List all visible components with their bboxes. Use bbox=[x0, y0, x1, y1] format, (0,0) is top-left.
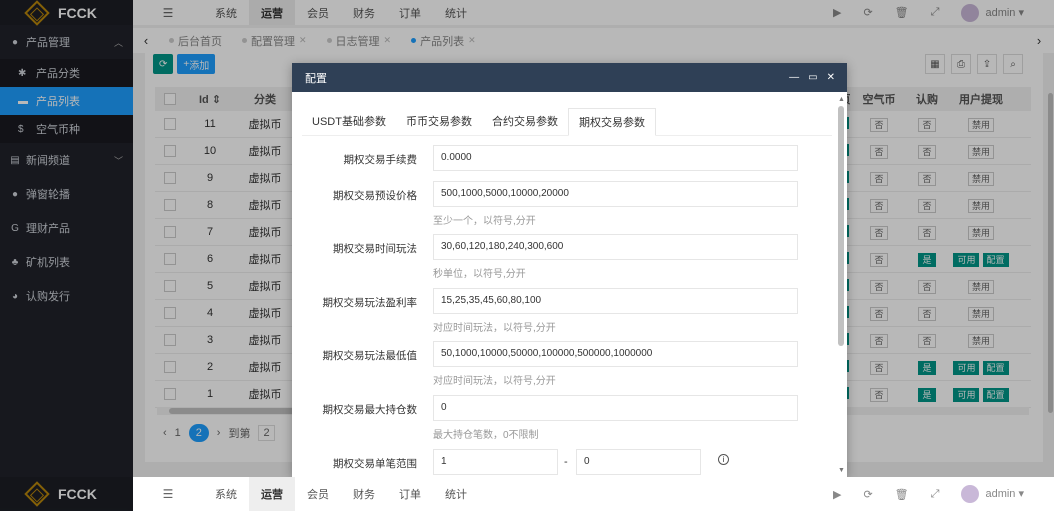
minimize-icon[interactable]: — bbox=[789, 72, 799, 83]
fullscreen-icon[interactable]: ⤢ bbox=[931, 488, 940, 501]
field-label: 期权交易时间玩法 bbox=[333, 243, 417, 255]
modal-scrollbar[interactable]: ▲ ▼ bbox=[838, 96, 845, 474]
min-value-input[interactable]: 50,1000,10000,50000,100000,500000,100000… bbox=[433, 341, 798, 367]
close-icon[interactable]: ✕ bbox=[827, 72, 835, 83]
nav-operations[interactable]: 运营 bbox=[249, 477, 295, 511]
scroll-down-icon[interactable]: ▼ bbox=[838, 467, 845, 474]
fee-input[interactable]: 0.0000 bbox=[433, 145, 798, 171]
field-label: 期权交易手续费 bbox=[343, 154, 418, 166]
max-position-input[interactable]: 0 bbox=[433, 395, 798, 421]
bottom-navbar: ☰ 系统 运营 会员 财务 订单 统计 ▶ ⟳ 🗑 ⤢ admin ▾ bbox=[133, 477, 1054, 511]
field-hint: 秒单位，以符号,分开 bbox=[433, 269, 526, 280]
field-label: 期权交易玩法盈利率 bbox=[322, 297, 418, 309]
field-label: 期权交易单笔范围 bbox=[333, 458, 417, 470]
range-min-input[interactable]: 1 bbox=[433, 449, 558, 475]
field-label: 期权交易玩法最低值 bbox=[322, 350, 418, 362]
field-label: 期权交易最大持仓数 bbox=[322, 404, 418, 416]
modal-tabs: USDT基础参数 币币交易参数 合约交易参数 期权交易参数 bbox=[302, 108, 832, 136]
user-menu[interactable]: admin ▾ bbox=[961, 485, 1024, 503]
config-modal: 配置 — ▭ ✕ USDT基础参数 币币交易参数 合约交易参数 期权交易参数 期… bbox=[292, 63, 847, 477]
scroll-up-icon[interactable]: ▲ bbox=[838, 96, 845, 103]
topbar-tools: ▶ ⟳ 🗑 ⤢ admin ▾ bbox=[833, 485, 1054, 503]
field-hint: 对应时间玩法，以符号,分开 bbox=[433, 376, 556, 387]
time-play-input[interactable]: 30,60,120,180,240,300,600 bbox=[433, 234, 798, 260]
modal-header: 配置 — ▭ ✕ bbox=[292, 63, 847, 92]
avatar bbox=[961, 485, 980, 503]
username: admin bbox=[985, 487, 1016, 500]
maximize-icon[interactable]: ▭ bbox=[808, 72, 817, 83]
nav-stats[interactable]: 统计 bbox=[433, 477, 479, 511]
modal-title: 配置 bbox=[305, 72, 327, 85]
modal-controls: — ▭ ✕ bbox=[789, 72, 847, 83]
range-separator: - bbox=[564, 456, 568, 468]
field-hint: 对应时间玩法，以符号,分开 bbox=[433, 323, 556, 334]
preset-price-input[interactable]: 500,1000,5000,10000,20000 bbox=[433, 181, 798, 207]
info-icon[interactable]: i bbox=[718, 454, 729, 465]
nav-finance[interactable]: 财务 bbox=[341, 477, 387, 511]
tab-contract-trade[interactable]: 合约交易参数 bbox=[482, 108, 568, 136]
tab-usdt-basic[interactable]: USDT基础参数 bbox=[302, 108, 396, 136]
scroll-thumb[interactable] bbox=[838, 106, 844, 346]
menu-toggle-icon[interactable]: ☰ bbox=[133, 487, 203, 501]
field-hint: 最大持仓笔数，0不限制 bbox=[433, 430, 539, 441]
range-max-input[interactable]: 0 bbox=[576, 449, 701, 475]
refresh-icon[interactable]: ⟳ bbox=[863, 488, 872, 501]
trash-icon[interactable]: 🗑 bbox=[895, 488, 909, 501]
nav-orders[interactable]: 订单 bbox=[387, 477, 433, 511]
play-icon[interactable]: ▶ bbox=[833, 488, 841, 501]
nav-members[interactable]: 会员 bbox=[295, 477, 341, 511]
profit-rate-input[interactable]: 15,25,35,45,60,80,100 bbox=[433, 288, 798, 314]
tab-option-trade[interactable]: 期权交易参数 bbox=[567, 108, 656, 136]
tab-spot-trade[interactable]: 币币交易参数 bbox=[396, 108, 482, 136]
field-label: 期权交易预设价格 bbox=[333, 190, 417, 202]
field-hint: 至少一个，以符号,分开 bbox=[433, 216, 536, 227]
nav-system[interactable]: 系统 bbox=[203, 477, 249, 511]
